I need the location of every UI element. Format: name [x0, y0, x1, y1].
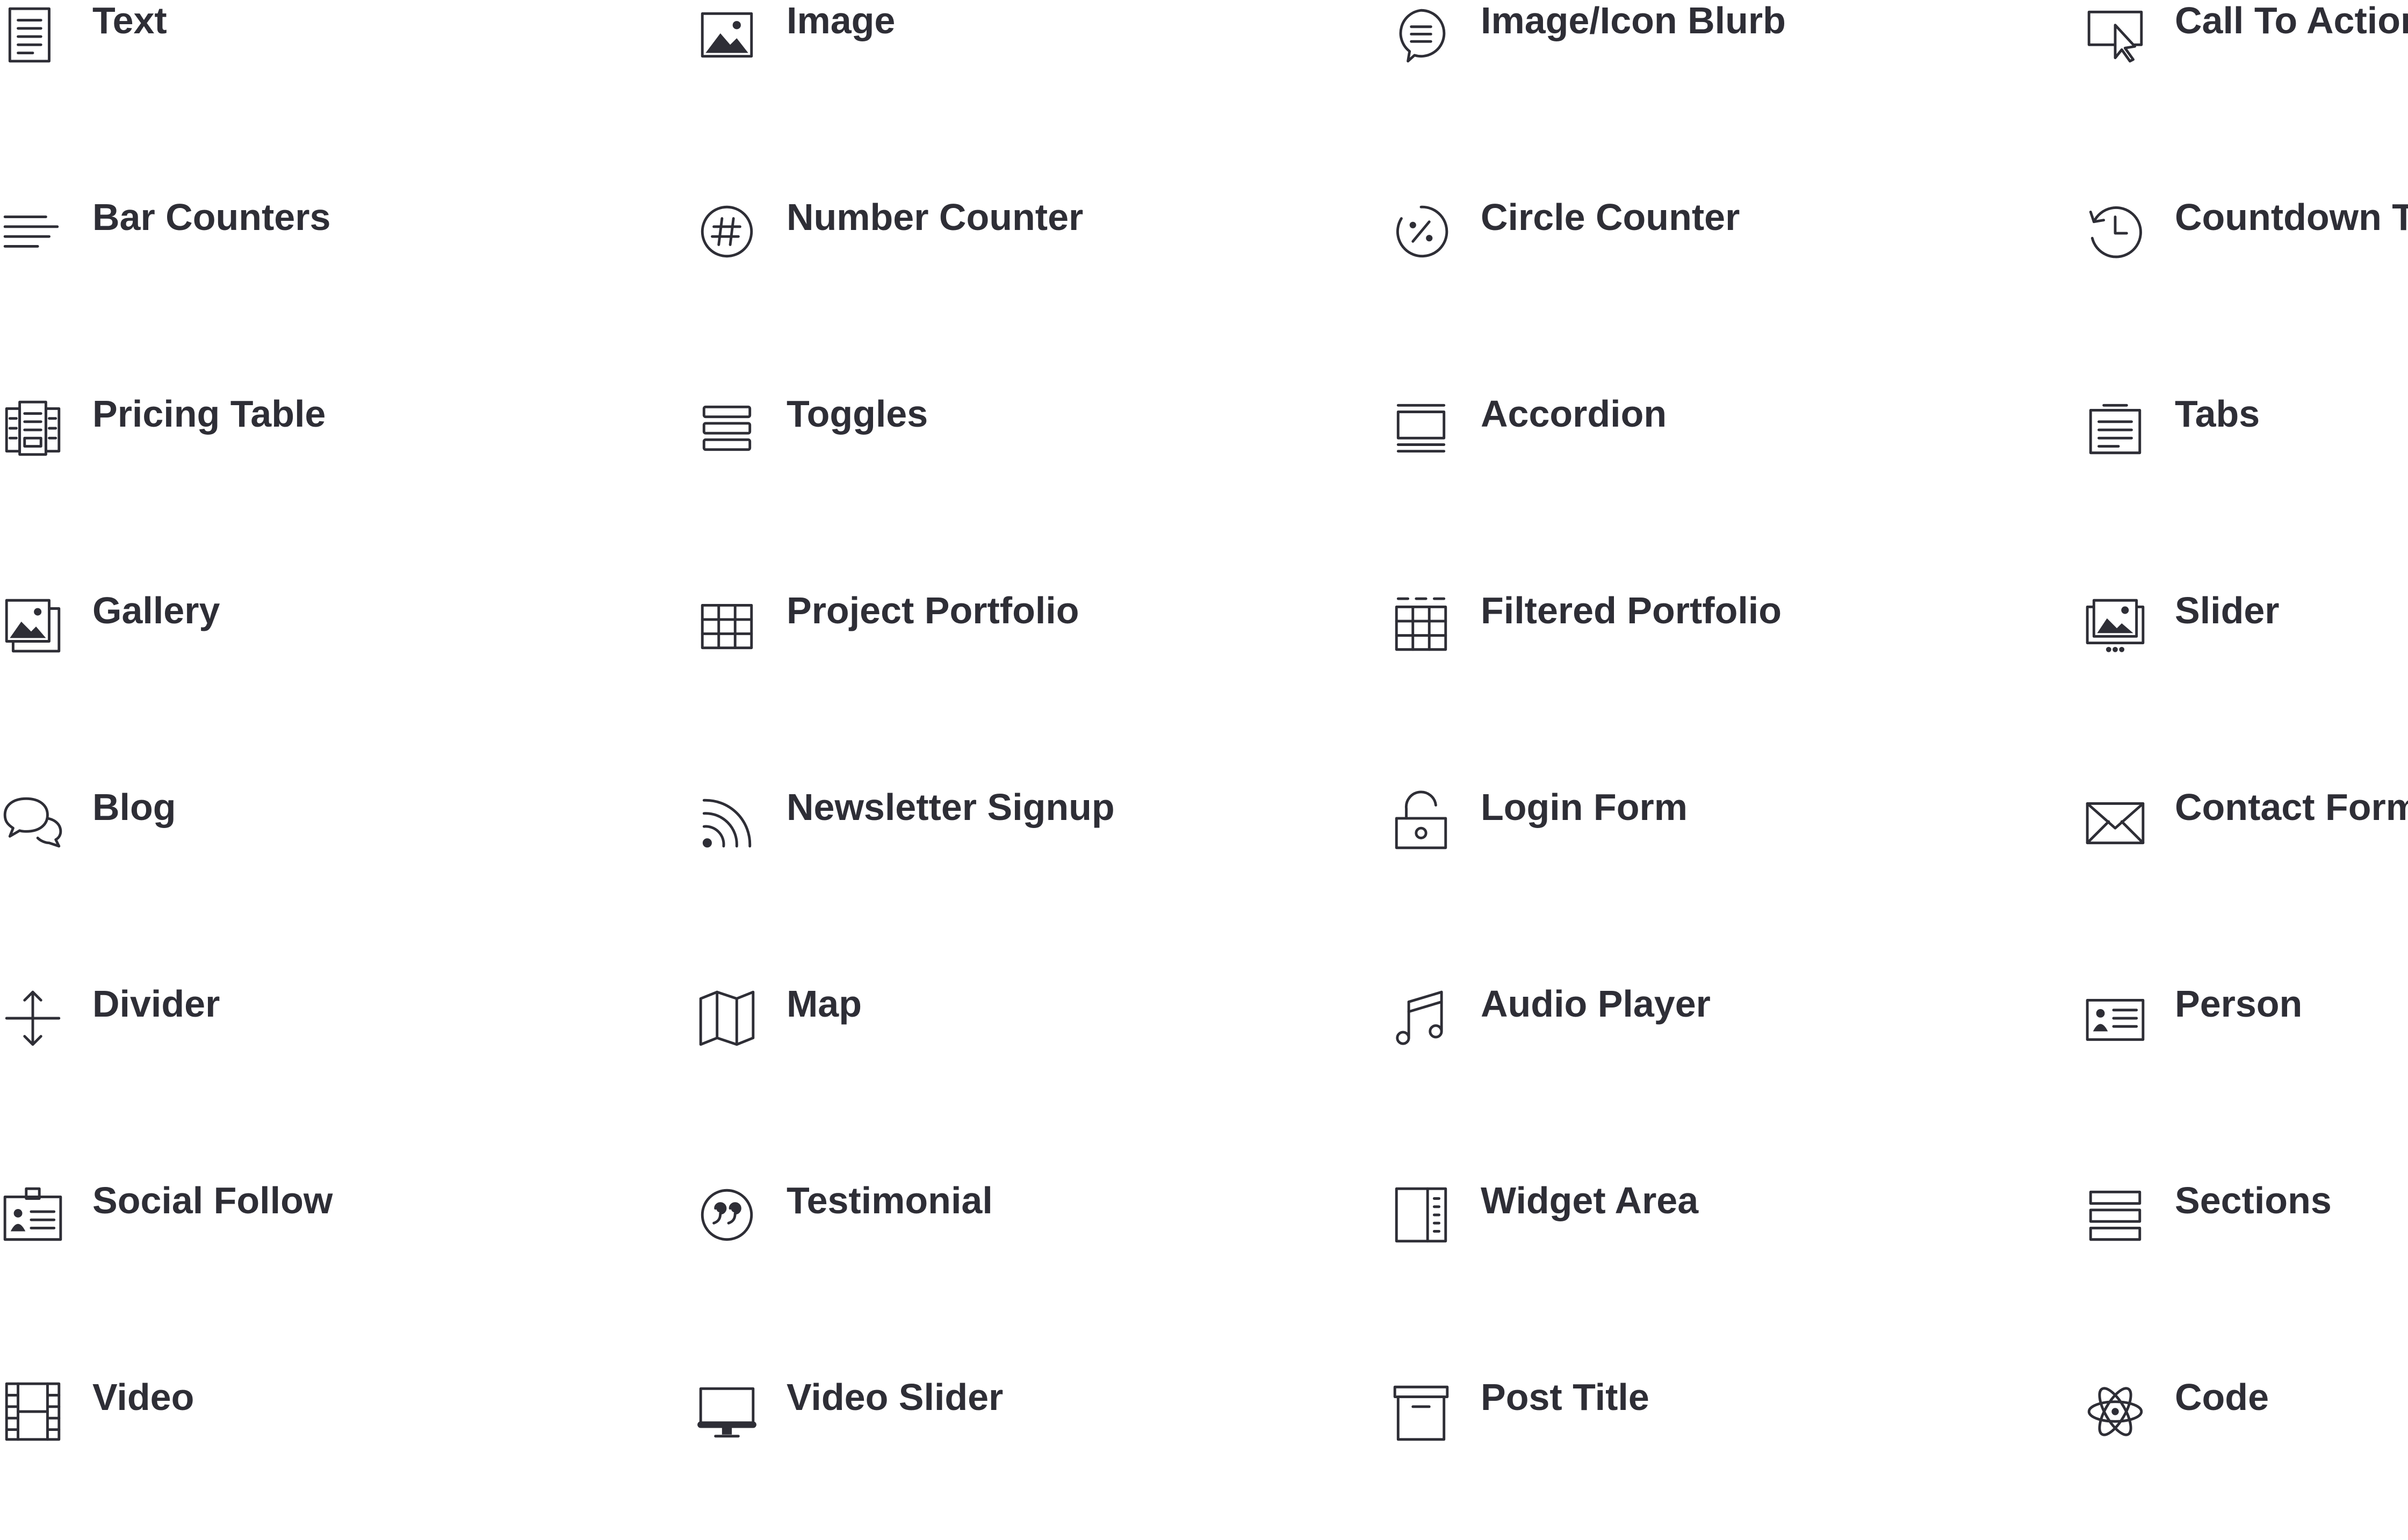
countdown-timer-icon: [2082, 199, 2148, 264]
module-countdown-timer[interactable]: Countdown Ti: [2082, 196, 2408, 360]
toggles-icon: [694, 395, 760, 461]
contact-form-icon: [2082, 789, 2148, 854]
person-icon: [2082, 985, 2148, 1051]
module-label: Call To Action: [2175, 0, 2408, 41]
module-label: Map: [787, 983, 862, 1025]
divider-icon: [0, 985, 66, 1051]
module-video[interactable]: Video: [0, 1376, 694, 1540]
image-icon: [694, 2, 760, 68]
pricing-table-icon: [0, 395, 66, 461]
module-label: Text: [92, 0, 167, 41]
module-circle-counter[interactable]: Circle Counter: [1388, 196, 2082, 360]
module-label: Image/Icon Blurb: [1481, 0, 1786, 41]
module-label: Number Counter: [787, 196, 1084, 238]
module-contact-form[interactable]: Contact Form: [2082, 786, 2408, 950]
module-social-follow[interactable]: Social Follow: [0, 1179, 694, 1343]
module-label: Accordion: [1481, 393, 1667, 435]
module-tabs[interactable]: Tabs: [2082, 393, 2408, 557]
blog-icon: [0, 789, 66, 854]
module-label: Contact Form: [2175, 786, 2408, 828]
module-person[interactable]: Person: [2082, 983, 2408, 1147]
module-label: Post Title: [1481, 1376, 1649, 1418]
slider-icon: [2082, 592, 2148, 658]
module-label: Person: [2175, 983, 2303, 1025]
code-icon: [2082, 1379, 2148, 1444]
module-filtered-portfolio[interactable]: Filtered Portfolio: [1388, 589, 2082, 753]
module-label: Slider: [2175, 589, 2280, 631]
module-image[interactable]: Image: [694, 0, 1388, 163]
module-newsletter[interactable]: Newsletter Signup: [694, 786, 1388, 950]
module-post-title[interactable]: Post Title: [1388, 1376, 2082, 1540]
module-code[interactable]: Code: [2082, 1376, 2408, 1540]
testimonial-icon: [694, 1182, 760, 1248]
gallery-icon: [0, 592, 66, 658]
module-sections[interactable]: Sections: [2082, 1179, 2408, 1343]
sections-icon: [2082, 1182, 2148, 1248]
module-label: Blog: [92, 786, 176, 828]
module-label: Widget Area: [1481, 1179, 1699, 1221]
module-login-form[interactable]: Login Form: [1388, 786, 2082, 950]
module-label: Tabs: [2175, 393, 2260, 435]
module-portfolio[interactable]: Project Portfolio: [694, 589, 1388, 753]
tabs-icon: [2082, 395, 2148, 461]
module-audio-player[interactable]: Audio Player: [1388, 983, 2082, 1147]
module-label: Gallery: [92, 589, 220, 631]
number-counter-icon: [694, 199, 760, 264]
module-label: Testimonial: [787, 1179, 993, 1221]
module-label: Video Slider: [787, 1376, 1004, 1418]
module-label: Bar Counters: [92, 196, 331, 238]
module-number-counter[interactable]: Number Counter: [694, 196, 1388, 360]
module-call-to-action[interactable]: Call To Action: [2082, 0, 2408, 163]
module-label: Social Follow: [92, 1179, 333, 1221]
module-widget-area[interactable]: Widget Area: [1388, 1179, 2082, 1343]
login-form-icon: [1388, 789, 1454, 854]
module-label: Circle Counter: [1481, 196, 1740, 238]
call-to-action-icon: [2082, 2, 2148, 68]
accordion-icon: [1388, 395, 1454, 461]
map-icon: [694, 985, 760, 1051]
module-label: Toggles: [787, 393, 928, 435]
audio-player-icon: [1388, 985, 1454, 1051]
module-label: Code: [2175, 1376, 2269, 1418]
module-gallery[interactable]: Gallery: [0, 589, 694, 753]
module-pricing-table[interactable]: Pricing Table: [0, 393, 694, 557]
module-label: Sections: [2175, 1179, 2332, 1221]
module-toggles[interactable]: Toggles: [694, 393, 1388, 557]
post-title-icon: [1388, 1379, 1454, 1444]
bar-counters-icon: [0, 199, 66, 264]
module-divider[interactable]: Divider: [0, 983, 694, 1147]
module-label: Video: [92, 1376, 194, 1418]
widget-area-icon: [1388, 1182, 1454, 1248]
module-label: Countdown Ti: [2175, 196, 2408, 238]
module-label: Login Form: [1481, 786, 1688, 828]
social-follow-icon: [0, 1182, 66, 1248]
filtered-portfolio-icon: [1388, 592, 1454, 658]
module-grid: Text Image Image/Icon Blurb Call To Action B…: [0, 0, 2408, 1441]
module-accordion[interactable]: Accordion: [1388, 393, 2082, 557]
video-slider-icon: [694, 1379, 760, 1444]
module-label: Filtered Portfolio: [1481, 589, 1782, 631]
module-label: Newsletter Signup: [787, 786, 1115, 828]
module-bar-counters[interactable]: Bar Counters: [0, 196, 694, 360]
module-label: Divider: [92, 983, 220, 1025]
module-blurb[interactable]: Image/Icon Blurb: [1388, 0, 2082, 163]
module-slider[interactable]: Slider: [2082, 589, 2408, 753]
portfolio-icon: [694, 592, 760, 658]
module-testimonial[interactable]: Testimonial: [694, 1179, 1388, 1343]
module-blog[interactable]: Blog: [0, 786, 694, 950]
module-video-slider[interactable]: Video Slider: [694, 1376, 1388, 1540]
module-label: Project Portfolio: [787, 589, 1079, 631]
blurb-icon: [1388, 2, 1454, 68]
circle-counter-icon: [1388, 199, 1454, 264]
module-label: Pricing Table: [92, 393, 326, 435]
module-label: Audio Player: [1481, 983, 1711, 1025]
module-text[interactable]: Text: [0, 0, 694, 163]
module-label: Image: [787, 0, 896, 41]
video-icon: [0, 1379, 66, 1444]
module-map[interactable]: Map: [694, 983, 1388, 1147]
newsletter-icon: [694, 789, 760, 854]
text-icon: [0, 2, 66, 68]
